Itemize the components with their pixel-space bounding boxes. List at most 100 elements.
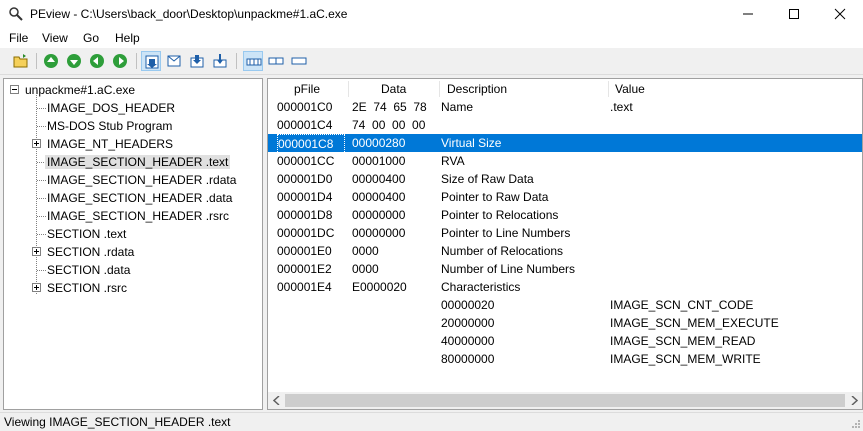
table-row[interactable]: 20000000 IMAGE_SCN_MEM_EXECUTE: [268, 314, 862, 332]
detail-table[interactable]: pFile Data Description Value 000001C0 2E …: [267, 78, 863, 410]
expand-icon[interactable]: [32, 247, 41, 256]
table-row[interactable]: 000001D0 00000400 Size of Raw Data: [268, 170, 862, 188]
description-cell: Characteristics: [441, 280, 521, 294]
table-row[interactable]: 000001D4 00000400 Pointer to Raw Data: [268, 188, 862, 206]
tree-item-dos-header[interactable]: IMAGE_DOS_HEADER: [45, 99, 177, 117]
table-row[interactable]: 000001C4 74 00 00 00: [268, 116, 862, 134]
forward-button[interactable]: [64, 51, 84, 71]
scrollbar-thumb[interactable]: [285, 394, 845, 407]
layout-1-button[interactable]: [243, 51, 263, 71]
layout-3-icon: [291, 57, 307, 65]
collapse-icon[interactable]: [10, 85, 19, 94]
tree-connector-line: [36, 95, 37, 294]
data-cell: 00001000: [352, 154, 406, 168]
data-cell: 74 00 00 00: [352, 118, 426, 132]
open-button[interactable]: [11, 51, 31, 71]
view-byte-button[interactable]: [141, 51, 161, 71]
tree-item-root[interactable]: unpackme#1.aC.exe: [10, 81, 137, 99]
table-row[interactable]: 000001CC 00001000 RVA: [268, 152, 862, 170]
column-divider[interactable]: [348, 81, 349, 97]
open-icon: [13, 54, 28, 68]
view-dword-button[interactable]: [187, 51, 207, 71]
status-text: Viewing IMAGE_SECTION_HEADER .text: [4, 415, 231, 429]
previous-button[interactable]: [87, 51, 107, 71]
horizontal-scrollbar[interactable]: [268, 392, 862, 409]
maximize-button[interactable]: [771, 0, 817, 28]
menu-help[interactable]: Help: [115, 31, 140, 45]
pfile-cell: 000001C8: [277, 134, 345, 154]
column-header-data[interactable]: Data: [381, 79, 407, 99]
data-cell: 00000000: [352, 226, 406, 240]
table-row[interactable]: 80000000 IMAGE_SCN_MEM_WRITE: [268, 350, 862, 368]
view-byte-icon: [145, 55, 159, 69]
layout-3-button[interactable]: [289, 51, 309, 71]
tree-item-label: IMAGE_SECTION_HEADER .data: [47, 191, 233, 205]
tree-item-section-text[interactable]: SECTION .text: [45, 225, 128, 243]
tree-item-label: IMAGE_DOS_HEADER: [47, 101, 176, 115]
tree-item-label: IMAGE_SECTION_HEADER .rdata: [47, 173, 237, 187]
next-button[interactable]: [110, 51, 130, 71]
resize-grip-icon[interactable]: [851, 419, 861, 429]
description-cell: Pointer to Relocations: [441, 208, 559, 222]
chevron-left-icon: [273, 396, 280, 405]
back-icon: [44, 54, 58, 68]
close-button[interactable]: [817, 0, 863, 28]
next-icon: [113, 54, 127, 68]
layout-1-icon: [246, 58, 262, 66]
table-row[interactable]: 000001E2 0000 Number of Line Numbers: [268, 260, 862, 278]
tree-item-section-header-rdata[interactable]: IMAGE_SECTION_HEADER .rdata: [45, 171, 238, 189]
scroll-left-button[interactable]: [268, 392, 285, 409]
pfile-cell: 000001D4: [277, 190, 333, 204]
table-row[interactable]: 000001DC 00000000 Pointer to Line Numbers: [268, 224, 862, 242]
description-cell: Number of Relocations: [441, 244, 564, 258]
menu-go[interactable]: Go: [83, 31, 99, 45]
tree-item-label: SECTION .text: [47, 227, 127, 241]
description-cell: 80000000: [441, 352, 495, 366]
menu-bar: File View Go Help: [0, 28, 863, 48]
view-qword-button[interactable]: [210, 51, 230, 71]
tree-item-section-rsrc[interactable]: SECTION .rsrc: [32, 279, 129, 297]
column-header-pfile[interactable]: pFile: [294, 79, 321, 99]
expand-icon[interactable]: [32, 139, 41, 148]
column-divider[interactable]: [608, 81, 609, 97]
forward-icon: [67, 54, 81, 68]
tree-view[interactable]: unpackme#1.aC.exe IMAGE_DOS_HEADER MS-DO…: [3, 78, 263, 410]
table-row[interactable]: 000001E0 0000 Number of Relocations: [268, 242, 862, 260]
menu-view[interactable]: View: [42, 31, 68, 45]
minimize-button[interactable]: [725, 0, 771, 28]
tree-item-section-header-text[interactable]: IMAGE_SECTION_HEADER .text: [45, 153, 231, 171]
layout-2-button[interactable]: [266, 51, 286, 71]
back-button[interactable]: [41, 51, 61, 71]
tree-item-nt-headers[interactable]: IMAGE_NT_HEADERS: [32, 135, 175, 153]
tree-item-section-header-rsrc[interactable]: IMAGE_SECTION_HEADER .rsrc: [45, 207, 231, 225]
tree-item-section-rdata[interactable]: SECTION .rdata: [32, 243, 136, 261]
data-cell: 0000: [352, 244, 379, 258]
pfile-cell: 000001E0: [277, 244, 332, 258]
column-divider[interactable]: [439, 81, 440, 97]
value-cell: .text: [610, 100, 633, 114]
expand-icon[interactable]: [32, 283, 41, 292]
value-cell: IMAGE_SCN_MEM_EXECUTE: [610, 316, 779, 330]
value-cell: IMAGE_SCN_MEM_READ: [610, 334, 756, 348]
table-row[interactable]: 40000000 IMAGE_SCN_MEM_READ: [268, 332, 862, 350]
pfile-cell: 000001D8: [277, 208, 333, 222]
data-cell: 2E 74 65 78: [352, 100, 427, 114]
magnifier-app-icon: [8, 6, 24, 22]
table-row[interactable]: 000001E4 E0000020 Characteristics: [268, 278, 862, 296]
tree-item-section-data[interactable]: SECTION .data: [45, 261, 132, 279]
table-row[interactable]: 000001C8 00000280 Virtual Size: [268, 134, 862, 154]
description-cell: 40000000: [441, 334, 495, 348]
pfile-cell: 000001CC: [277, 154, 335, 168]
column-header-description[interactable]: Description: [447, 79, 508, 99]
table-row[interactable]: 000001C0 2E 74 65 78 Name .text: [268, 98, 862, 116]
tree-item-dos-stub[interactable]: MS-DOS Stub Program: [45, 117, 174, 135]
description-cell: 00000020: [441, 298, 495, 312]
view-word-button[interactable]: [164, 51, 184, 71]
table-row[interactable]: 000001D8 00000000 Pointer to Relocations: [268, 206, 862, 224]
menu-file[interactable]: File: [9, 31, 28, 45]
tree-item-section-header-data[interactable]: IMAGE_SECTION_HEADER .data: [45, 189, 234, 207]
scroll-right-button[interactable]: [845, 392, 862, 409]
table-row[interactable]: 00000020 IMAGE_SCN_CNT_CODE: [268, 296, 862, 314]
column-header-value[interactable]: Value: [615, 79, 645, 99]
view-dword-icon: [190, 55, 204, 68]
